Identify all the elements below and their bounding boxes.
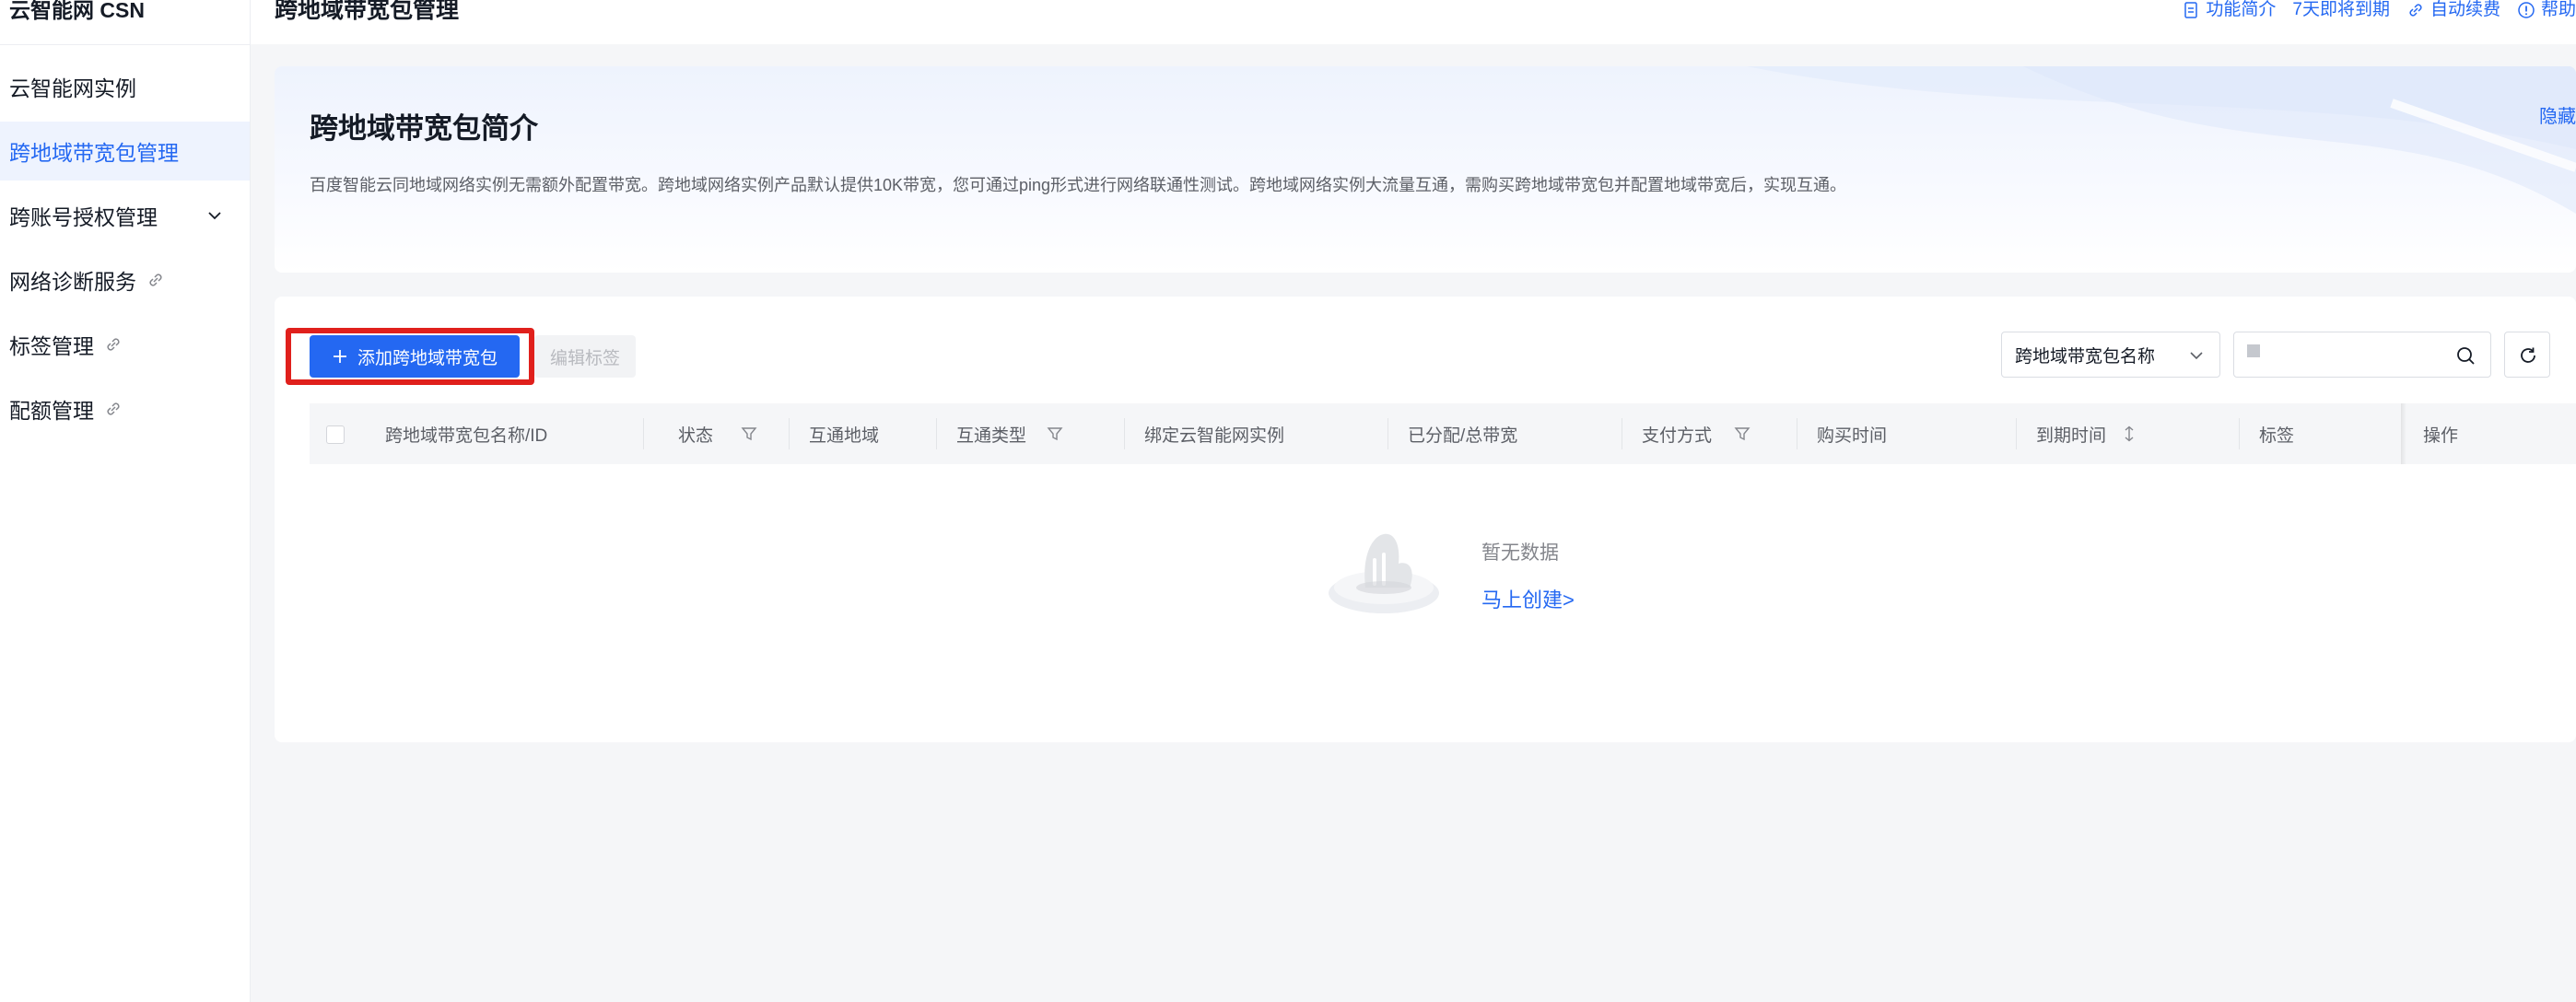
auto-renew-link-label: 自动续费	[2430, 0, 2500, 19]
intro-link-label: 功能简介	[2206, 0, 2277, 19]
sidebar-item-tag-management[interactable]: 标签管理	[0, 315, 250, 374]
column-divider	[789, 418, 790, 449]
info-icon	[2518, 2, 2535, 18]
col-bandwidth-label: 已分配/总带宽	[1408, 425, 1518, 446]
intro-card: 跨地域带宽包简介 百度智能云同地域网络实例无需额外配置带宽。跨地域网络实例产品默…	[275, 66, 2576, 273]
col-region-label: 互通地域	[809, 425, 880, 446]
col-actions-label: 操作	[2423, 425, 2459, 446]
filter-icon[interactable]	[1734, 425, 1751, 442]
sidebar-item-label: 配额管理	[9, 399, 94, 423]
chevron-down-icon	[2190, 352, 2203, 360]
empty-box-icon	[1329, 533, 1439, 613]
sidebar-item-label: 跨账号授权管理	[9, 205, 158, 229]
fixed-column-shadow	[2401, 403, 2406, 464]
search-input[interactable]	[2264, 342, 2448, 367]
search-box	[2233, 332, 2491, 378]
external-link-icon	[107, 402, 120, 415]
refresh-button[interactable]	[2504, 332, 2550, 378]
refresh-icon	[2521, 347, 2535, 363]
sort-icon[interactable]	[2121, 425, 2137, 442]
add-bandwidth-package-button[interactable]: 添加跨地域带宽包	[310, 335, 520, 378]
col-status-label: 状态	[678, 425, 714, 446]
sidebar-item-label: 云智能网实例	[9, 76, 136, 100]
sidebar-item-cross-account-auth[interactable]: 跨账号授权管理	[0, 186, 250, 245]
sidebar: 云智能网 CSN 云智能网实例 跨地域带宽包管理 跨账号授权管理 网络诊断服务 …	[0, 0, 251, 1002]
col-name-label: 跨地域带宽包名称/ID	[385, 425, 548, 446]
sidebar-item-label: 网络诊断服务	[9, 270, 136, 294]
table-header: 跨地域带宽包名称/ID 状态 互通地域 互通类型 绑定云智能网实例 已分配/总带…	[310, 403, 2576, 464]
input-cursor-mark	[2247, 344, 2260, 357]
search-icon[interactable]	[2455, 345, 2476, 366]
col-name: 跨地域带宽包名称/ID	[385, 403, 547, 464]
sidebar-title: 云智能网 CSN	[9, 0, 145, 22]
column-divider	[643, 418, 644, 449]
col-type: 互通类型	[956, 403, 1063, 464]
col-instance-label: 绑定云智能网实例	[1144, 425, 1285, 446]
col-tags-label: 标签	[2259, 425, 2295, 446]
topbar: 跨地域带宽包管理 功能简介 7天即将到期 自动续费 帮助	[251, 0, 2576, 44]
col-bandwidth: 已分配/总带宽	[1408, 403, 1517, 464]
sidebar-divider	[0, 44, 250, 45]
auto-renew-link[interactable]: 自动续费	[2406, 0, 2500, 20]
col-actions: 操作	[2423, 403, 2458, 464]
decorative-waves	[1747, 66, 2576, 214]
col-status: 状态	[678, 403, 757, 464]
help-link[interactable]: 帮助	[2517, 0, 2576, 20]
sidebar-item-quota-management[interactable]: 配额管理	[0, 379, 250, 438]
intro-description: 百度智能云同地域网络实例无需额外配置带宽。跨地域网络实例产品默认提供10K带宽，…	[310, 176, 1847, 194]
plus-icon	[333, 350, 346, 363]
search-field-select[interactable]: 跨地域带宽包名称	[2001, 332, 2220, 378]
link-icon	[2409, 4, 2422, 17]
column-divider	[2239, 418, 2240, 449]
search-field-select-value: 跨地域带宽包名称	[2015, 346, 2156, 367]
col-payment: 支付方式	[1642, 403, 1751, 464]
chevron-down-icon	[208, 212, 221, 220]
intro-title: 跨地域带宽包简介	[310, 112, 538, 145]
col-expire-time: 到期时间	[2036, 403, 2137, 464]
col-expire-time-label: 到期时间	[2036, 425, 2107, 446]
col-instance: 绑定云智能网实例	[1144, 403, 1284, 464]
sidebar-item-network-diagnosis[interactable]: 网络诊断服务	[0, 250, 250, 309]
hide-intro-link[interactable]: 隐藏	[2539, 101, 2576, 128]
page-title: 跨地域带宽包管理	[275, 0, 460, 23]
col-type-label: 互通类型	[956, 425, 1027, 446]
expiring-link[interactable]: 7天即将到期	[2292, 0, 2390, 20]
column-divider	[1124, 418, 1125, 449]
sidebar-item-csn-instances[interactable]: 云智能网实例	[0, 57, 250, 116]
empty-text: 暂无数据	[1481, 542, 1559, 564]
external-link-icon	[107, 338, 120, 351]
create-now-link[interactable]: 马上创建>	[1481, 584, 1575, 613]
sidebar-item-label: 跨地域带宽包管理	[9, 141, 179, 165]
table-card: 添加跨地域带宽包 编辑标签 跨地域带宽包名称 跨地域带宽包名称/ID 状态 互通…	[275, 297, 2576, 742]
column-divider	[2016, 418, 2017, 449]
col-purchase-time-label: 购买时间	[1817, 425, 1888, 446]
sidebar-item-bandwidth-packages[interactable]: 跨地域带宽包管理	[0, 122, 250, 181]
sidebar-item-label: 标签管理	[9, 334, 94, 358]
intro-link[interactable]: 功能简介	[2182, 0, 2276, 20]
select-all-checkbox[interactable]	[326, 425, 345, 444]
filter-icon[interactable]	[1047, 425, 1063, 442]
help-link-label: 帮助	[2540, 0, 2576, 19]
external-link-icon	[149, 274, 162, 286]
col-payment-label: 支付方式	[1642, 425, 1713, 446]
col-tags: 标签	[2259, 403, 2294, 464]
header-links: 功能简介 7天即将到期 自动续费 帮助	[2182, 0, 2576, 20]
expiring-link-label: 7天即将到期	[2292, 0, 2390, 19]
col-purchase-time: 购买时间	[1817, 403, 1887, 464]
empty-state: 暂无数据 马上创建>	[1327, 518, 1695, 628]
document-icon	[2184, 2, 2198, 18]
column-divider	[936, 418, 937, 449]
col-region: 互通地域	[809, 403, 879, 464]
edit-tags-button[interactable]: 编辑标签	[534, 335, 636, 378]
add-button-label: 添加跨地域带宽包	[357, 348, 498, 368]
filter-icon[interactable]	[741, 425, 757, 442]
